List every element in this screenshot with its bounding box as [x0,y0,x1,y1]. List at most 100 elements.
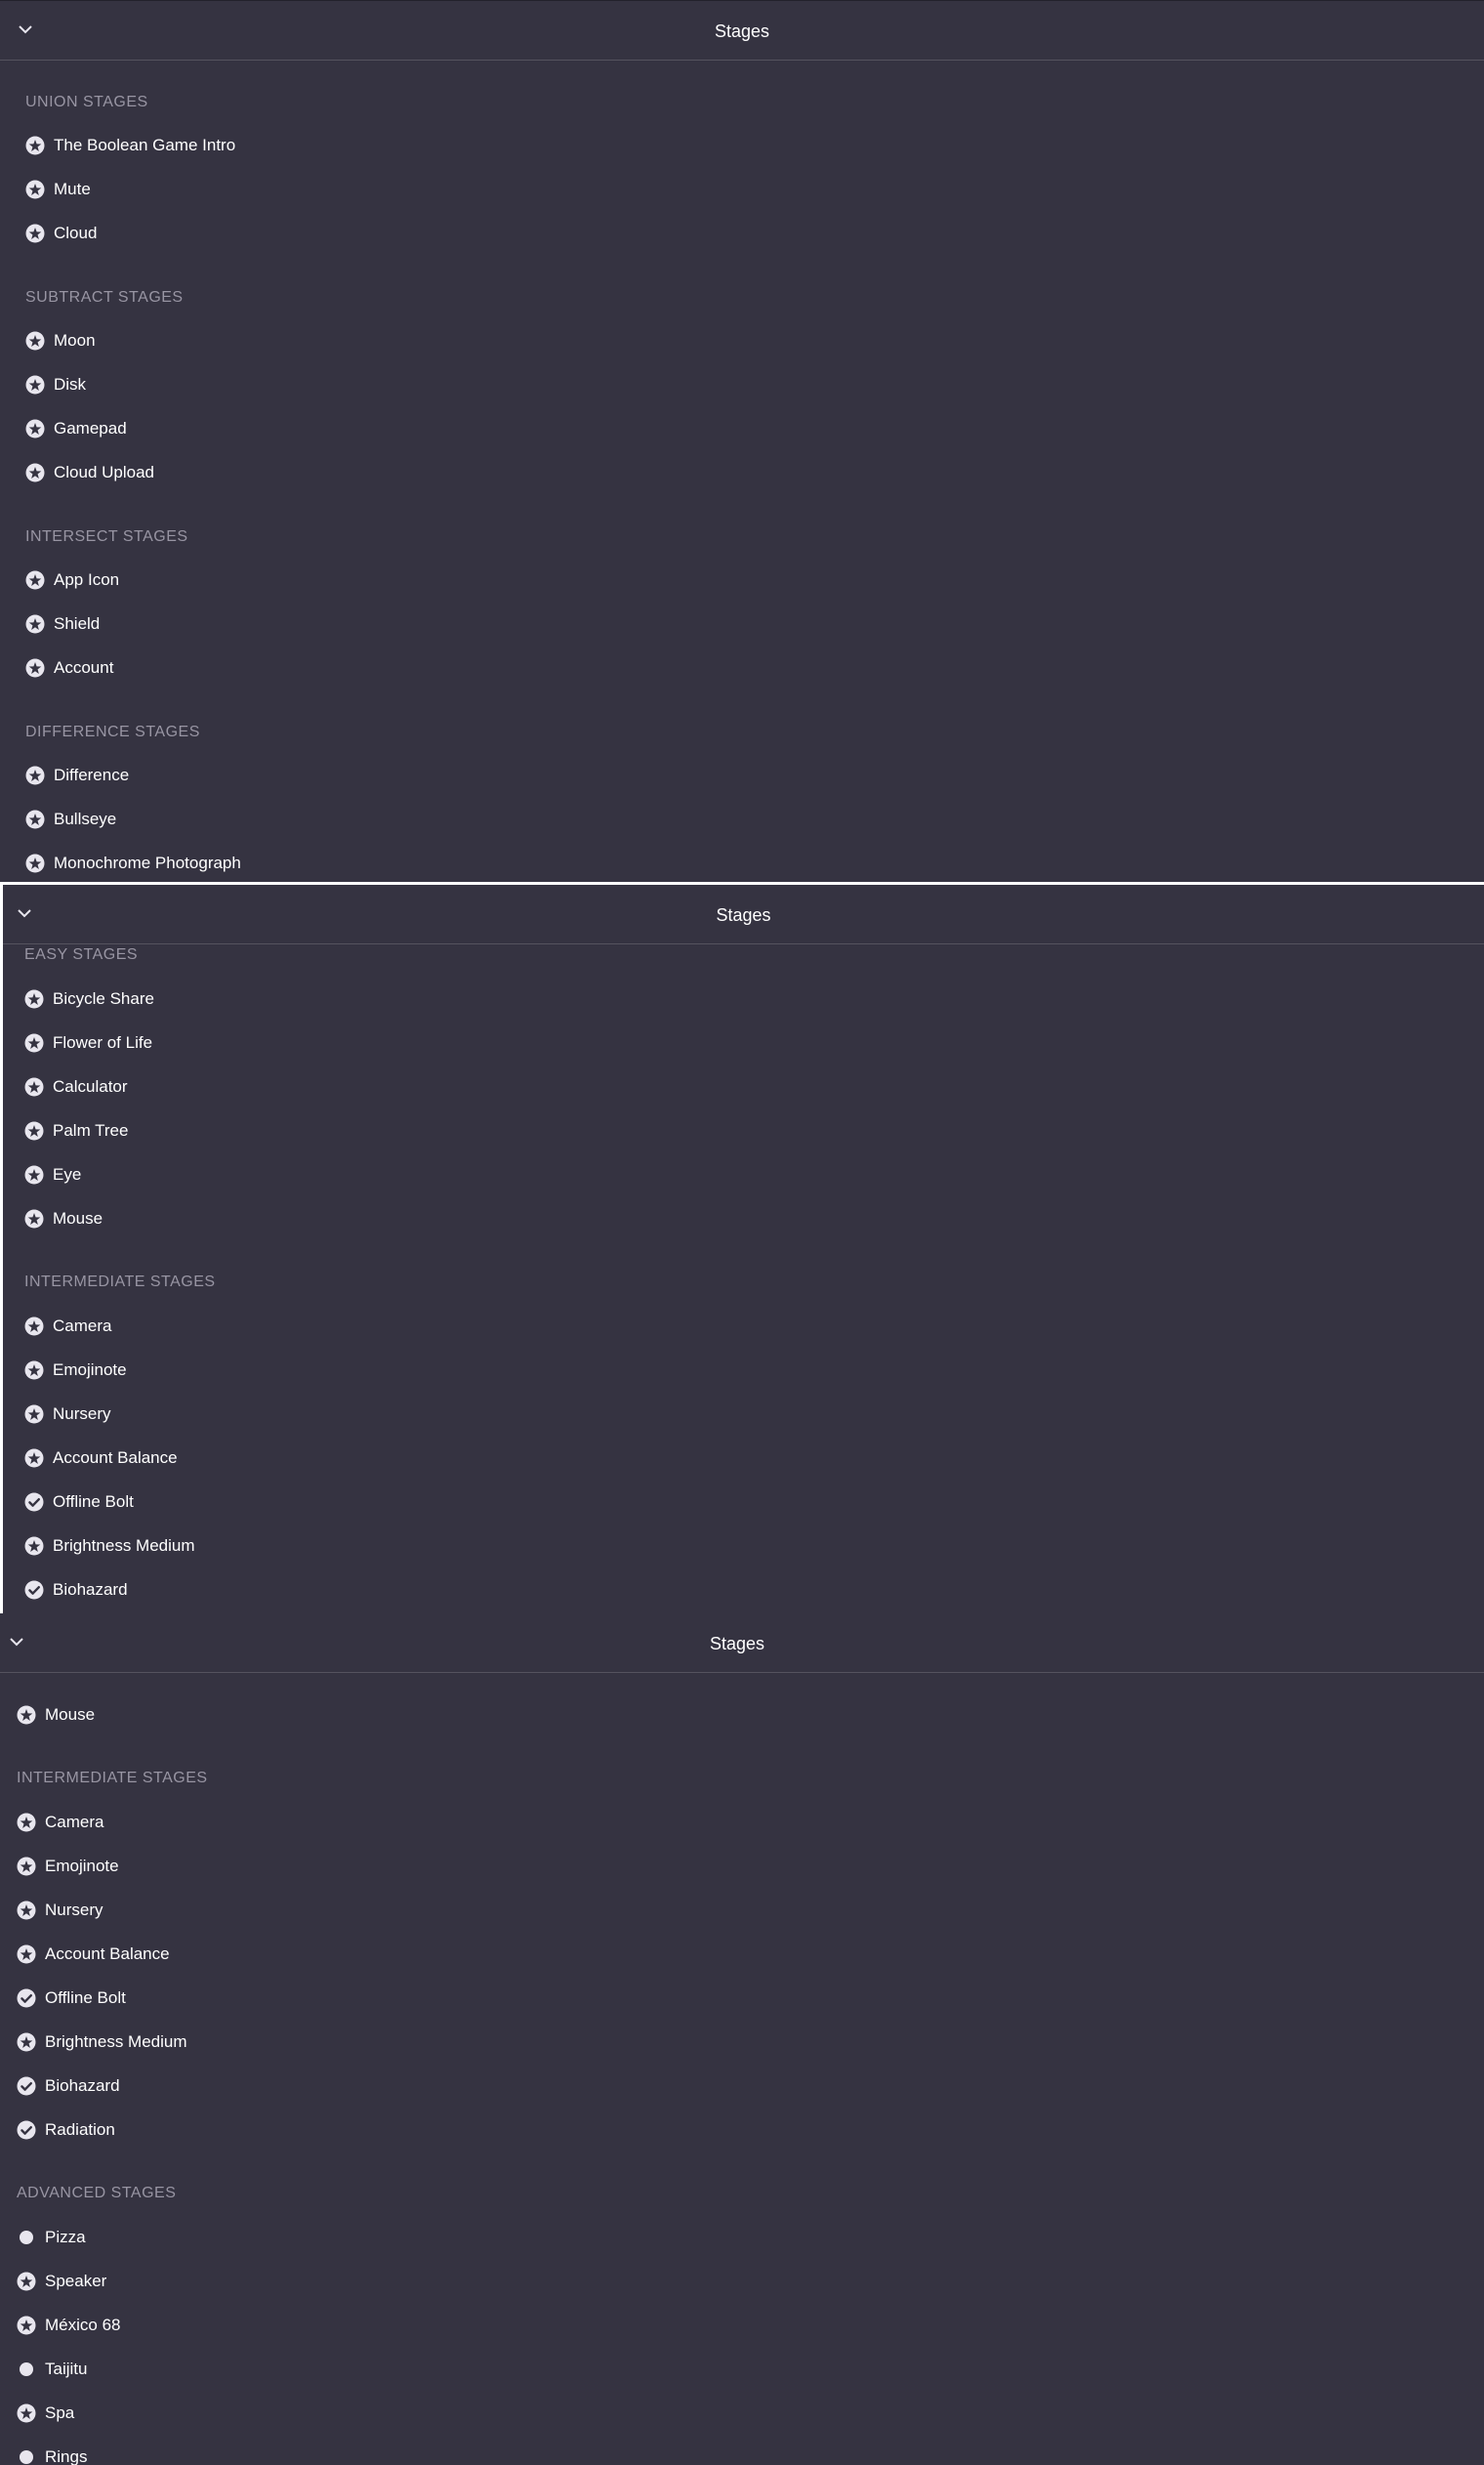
stage-item-mexico-68[interactable]: México 68 [16,2311,120,2340]
stage-item-bullseye[interactable]: Bullseye [24,805,116,834]
stage-item-label: Account [54,658,114,677]
star-badge-icon [16,1856,37,1877]
stage-item-mute[interactable]: Mute [24,175,91,204]
stage-item-offline-bolt[interactable]: Offline Bolt [23,1487,134,1517]
stage-item-spa[interactable]: Spa [16,2399,74,2428]
star-badge-icon [23,1164,45,1186]
dot-icon [16,2359,37,2380]
stage-item-label: Calculator [53,1077,128,1096]
check-circle-icon [23,1579,45,1601]
stage-item-label: Shield [54,614,101,633]
check-circle-icon [16,2119,37,2141]
star-badge-icon [23,1208,45,1230]
stage-item-emojinote[interactable]: Emojinote [23,1356,127,1385]
stage-item-label: Gamepad [54,419,127,438]
stage-item-label: Speaker [45,2272,107,2290]
stage-item-disk[interactable]: Disk [24,370,86,399]
stage-item-biohazard[interactable]: Biohazard [16,2071,120,2101]
stage-item-app-icon[interactable]: App Icon [24,565,119,595]
star-badge-icon [24,223,46,244]
stage-item-label: Flower of Life [53,1033,153,1052]
stage-item-moon[interactable]: Moon [24,326,96,355]
check-circle-icon [23,1491,45,1513]
stage-item-biohazard[interactable]: Biohazard [23,1575,128,1605]
star-badge-icon [24,657,46,679]
stage-item-bicycle-share[interactable]: Bicycle Share [23,984,154,1014]
stage-item-offline-bolt[interactable]: Offline Bolt [16,1984,126,2013]
stages-header: Stages [3,885,1484,944]
stage-item-emojinote[interactable]: Emojinote [16,1852,119,1881]
stage-item-account[interactable]: Account [24,653,113,683]
stage-item-label: Mute [54,180,91,198]
star-badge-icon [23,988,45,1010]
stage-item-speaker[interactable]: Speaker [16,2267,106,2296]
stage-item-label: App Icon [54,570,120,589]
stage-item-brightness-medium[interactable]: Brightness Medium [16,2027,187,2057]
stages-panel-1: Stages UNION STAGES The Boolean Game Int… [0,0,1484,882]
stage-item-mouse[interactable]: Mouse [16,1700,95,1730]
stage-item-camera[interactable]: Camera [23,1312,111,1341]
stage-item-taijitu[interactable]: Taijitu [16,2355,87,2384]
star-badge-icon [16,1900,37,1921]
stage-item-account-balance[interactable]: Account Balance [23,1443,178,1473]
section-title-subtract: SUBTRACT STAGES [25,289,184,306]
section-title-intermediate: INTERMEDIATE STAGES [17,1770,208,1786]
stage-item-label: Taijitu [45,2360,88,2378]
star-badge-icon [23,1359,45,1381]
stage-item-label: Mouse [45,1705,96,1724]
stage-item-label: Brightness Medium [45,2032,187,2051]
stage-item-gamepad[interactable]: Gamepad [24,414,127,443]
stage-item-camera[interactable]: Camera [16,1808,103,1837]
stage-item-pizza[interactable]: Pizza [16,2223,86,2252]
stage-item-label: Emojinote [45,1857,119,1875]
star-badge-icon [16,2315,37,2336]
star-badge-icon [16,1704,37,1726]
stage-item-the-boolean-game-intro[interactable]: The Boolean Game Intro [24,131,235,160]
stage-item-label: Spa [45,2403,75,2422]
star-badge-icon [16,2031,37,2053]
stages-header: Stages [0,1,1484,61]
stage-item-nursery[interactable]: Nursery [23,1400,111,1429]
section-title-difference: DIFFERENCE STAGES [25,724,200,740]
stage-item-calculator[interactable]: Calculator [23,1072,128,1102]
stage-item-label: Brightness Medium [53,1536,195,1555]
stages-panel-2: Stages EASY STAGES Bicycle Share Flower … [3,885,1484,1613]
stage-item-shield[interactable]: Shield [24,609,100,639]
stage-item-monochrome-photograph[interactable]: Monochrome Photograph [24,849,241,878]
stage-item-difference[interactable]: Difference [24,761,129,790]
stages-title: Stages [714,21,770,41]
stage-item-rings[interactable]: Rings [16,2443,87,2465]
star-badge-icon [23,1403,45,1425]
stage-item-label: Rings [45,2447,88,2465]
check-circle-icon [16,1987,37,2009]
stage-item-label: Mouse [53,1209,103,1228]
star-badge-icon [23,1120,45,1142]
star-badge-icon [24,135,46,156]
stage-item-radiation[interactable]: Radiation [16,2115,115,2145]
stage-item-palm-tree[interactable]: Palm Tree [23,1116,128,1146]
stage-item-label: Difference [54,766,130,784]
stage-item-label: Biohazard [53,1580,128,1599]
stage-item-label: Emojinote [53,1360,127,1379]
check-circle-icon [16,2075,37,2097]
stage-item-flower-of-life[interactable]: Flower of Life [23,1028,152,1058]
stage-item-label: México 68 [45,2316,121,2334]
stage-item-label: Nursery [53,1404,111,1423]
stage-item-cloud-upload[interactable]: Cloud Upload [24,458,154,487]
star-badge-icon [24,462,46,483]
stage-item-label: Account Balance [53,1448,178,1467]
stage-item-brightness-medium[interactable]: Brightness Medium [23,1531,195,1561]
star-badge-icon [24,179,46,200]
star-badge-icon [24,569,46,591]
star-badge-icon [24,853,46,874]
stage-item-label: Bicycle Share [53,989,154,1008]
section-title-intersect: INTERSECT STAGES [25,528,188,545]
star-badge-icon [24,330,46,352]
section-title-easy: EASY STAGES [24,946,139,963]
stage-item-eye[interactable]: Eye [23,1160,81,1190]
stage-item-mouse[interactable]: Mouse [23,1204,103,1233]
stage-item-cloud[interactable]: Cloud [24,219,97,248]
stages-panel-3: Stages Mouse INTERMEDIATE STAGES Camera … [0,1613,1484,2465]
stage-item-account-balance[interactable]: Account Balance [16,1940,170,1969]
stage-item-nursery[interactable]: Nursery [16,1896,103,1925]
